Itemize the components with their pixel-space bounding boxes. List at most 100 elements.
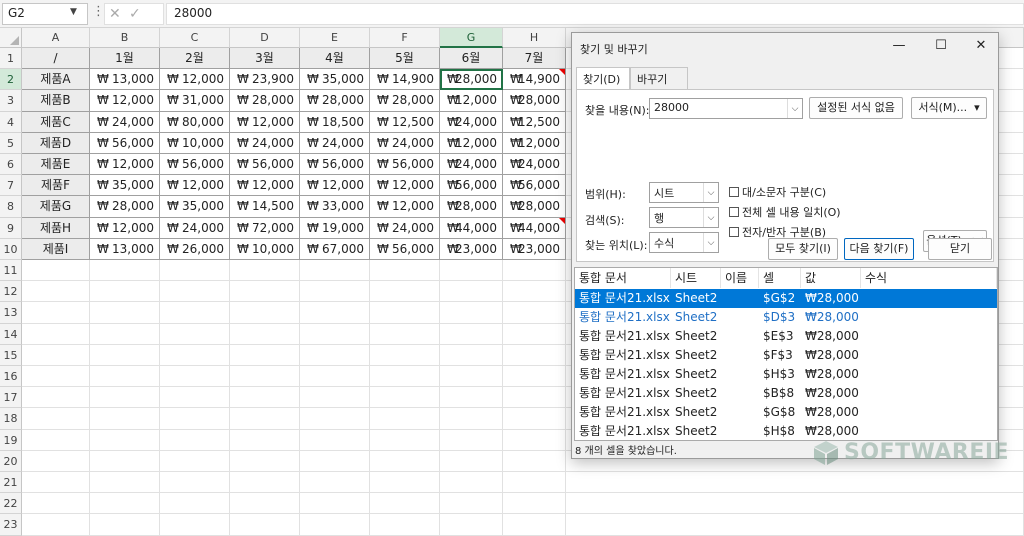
product-name-cell[interactable]: 제품G [22,196,90,218]
month-header[interactable]: 4월 [300,48,370,70]
row-header-9[interactable]: 9 [0,217,22,239]
cell-empty[interactable] [22,493,90,515]
value-cell[interactable]: ₩24,000 [440,111,503,133]
chevron-down-icon[interactable]: ⌵ [787,99,802,118]
value-cell[interactable]: ₩24,000 [230,132,300,154]
cell-empty[interactable] [22,281,90,303]
value-cell[interactable]: ₩12,000 [300,175,370,197]
row-header-18[interactable]: 18 [0,408,22,430]
column-header-c[interactable]: C [160,28,230,48]
cell-empty[interactable] [90,302,160,324]
row-header-14[interactable]: 14 [0,323,22,345]
cell-empty[interactable] [370,302,440,324]
result-row[interactable]: 통합 문서21.xlsx Sheet2 $B$8 ₩28,000 [575,384,997,403]
value-cell[interactable]: ₩56,000 [230,154,300,176]
row-header-12[interactable]: 12 [0,281,22,303]
value-cell[interactable]: ₩14,900 [503,69,566,91]
result-row[interactable]: 통합 문서21.xlsx Sheet2 $H$8 ₩28,000 [575,422,997,441]
month-header[interactable]: 7월 [503,48,566,70]
value-cell[interactable]: ₩28,000 [503,90,566,112]
cell-empty[interactable] [230,514,300,536]
cell-empty[interactable] [230,493,300,515]
value-cell[interactable]: ₩12,000 [90,154,160,176]
cell-empty[interactable] [370,408,440,430]
value-cell[interactable]: ₩12,000 [370,196,440,218]
row-header-20[interactable]: 20 [0,450,22,472]
cell-empty[interactable] [22,450,90,472]
value-cell[interactable]: ₩24,000 [503,154,566,176]
result-column-header[interactable]: 통합 문서 [575,268,671,288]
cell-empty[interactable] [503,323,566,345]
cell-empty[interactable] [370,493,440,515]
look-in-select[interactable]: 수식 ⌵ [649,232,719,253]
cell-empty[interactable] [300,366,370,388]
value-cell[interactable]: ₩28,000 [90,196,160,218]
row-header-15[interactable]: 15 [0,344,22,366]
cell-empty[interactable] [370,323,440,345]
cell-empty[interactable] [566,472,1024,494]
cell-empty[interactable] [22,366,90,388]
value-cell[interactable]: ₩12,500 [370,111,440,133]
cell-empty[interactable] [503,260,566,282]
value-cell[interactable]: ₩18,500 [300,111,370,133]
value-cell[interactable]: ₩28,000 [370,90,440,112]
row-header-16[interactable]: 16 [0,366,22,388]
cell-empty[interactable] [440,281,503,303]
product-name-cell[interactable]: 제품F [22,175,90,197]
cell-empty[interactable] [440,366,503,388]
cell-empty[interactable] [300,408,370,430]
cell-empty[interactable] [90,260,160,282]
cell-empty[interactable] [160,514,230,536]
cell-empty[interactable] [90,514,160,536]
cell-empty[interactable] [503,344,566,366]
value-cell[interactable]: ₩24,000 [90,111,160,133]
tab-find[interactable]: 찾기(D) [576,67,630,90]
value-cell[interactable]: ₩14,500 [230,196,300,218]
value-cell[interactable]: ₩13,000 [90,238,160,260]
cell-empty[interactable] [503,302,566,324]
search-select[interactable]: 행 ⌵ [649,207,719,228]
cell-empty[interactable] [300,344,370,366]
value-cell[interactable]: ₩28,000 [440,69,503,91]
cell-empty[interactable] [566,493,1024,515]
cell-empty[interactable] [503,281,566,303]
month-header[interactable]: 1월 [90,48,160,70]
cell-empty[interactable] [90,429,160,451]
row-header-17[interactable]: 17 [0,387,22,409]
maximize-icon[interactable]: ☐ [934,39,948,53]
cell-empty[interactable] [503,493,566,515]
result-column-header[interactable]: 값 [801,268,861,288]
cell-empty[interactable] [440,302,503,324]
column-header-d[interactable]: D [230,28,300,48]
cell-empty[interactable] [370,514,440,536]
cell-empty[interactable] [370,344,440,366]
cell-empty[interactable] [440,323,503,345]
column-header-b[interactable]: B [90,28,160,48]
value-cell[interactable]: ₩33,000 [300,196,370,218]
cell-empty[interactable] [300,493,370,515]
cell-empty[interactable] [160,408,230,430]
cell-empty[interactable] [22,472,90,494]
value-cell[interactable]: ₩26,000 [160,238,230,260]
cell-empty[interactable] [90,387,160,409]
cell-empty[interactable] [230,472,300,494]
row-header-19[interactable]: 19 [0,429,22,451]
cell-empty[interactable] [22,302,90,324]
results-list[interactable]: 통합 문서 시트 이름 셀 값 수식 통합 문서21.xlsx Sheet2 $G$2 ₩28,0… [574,267,998,441]
value-cell[interactable]: ₩31,000 [160,90,230,112]
result-row[interactable]: 통합 문서21.xlsx Sheet2 $G$8 ₩28,000 [575,403,997,422]
match-case-checkbox[interactable]: 대/소문자 구분(C) [729,184,826,200]
cell-empty[interactable] [160,472,230,494]
cell-empty[interactable] [90,450,160,472]
cell-empty[interactable] [230,323,300,345]
cell-empty[interactable] [230,387,300,409]
cell-empty[interactable] [90,493,160,515]
column-header-h[interactable]: H [503,28,566,48]
value-cell[interactable]: ₩23,000 [440,238,503,260]
cell-empty[interactable] [503,472,566,494]
chevron-down-icon[interactable]: ⌵ [703,183,718,202]
cell-empty[interactable] [160,429,230,451]
product-name-cell[interactable]: 제품I [22,238,90,260]
value-cell[interactable]: ₩28,000 [440,196,503,218]
row-header-1[interactable]: 1 [0,48,22,70]
